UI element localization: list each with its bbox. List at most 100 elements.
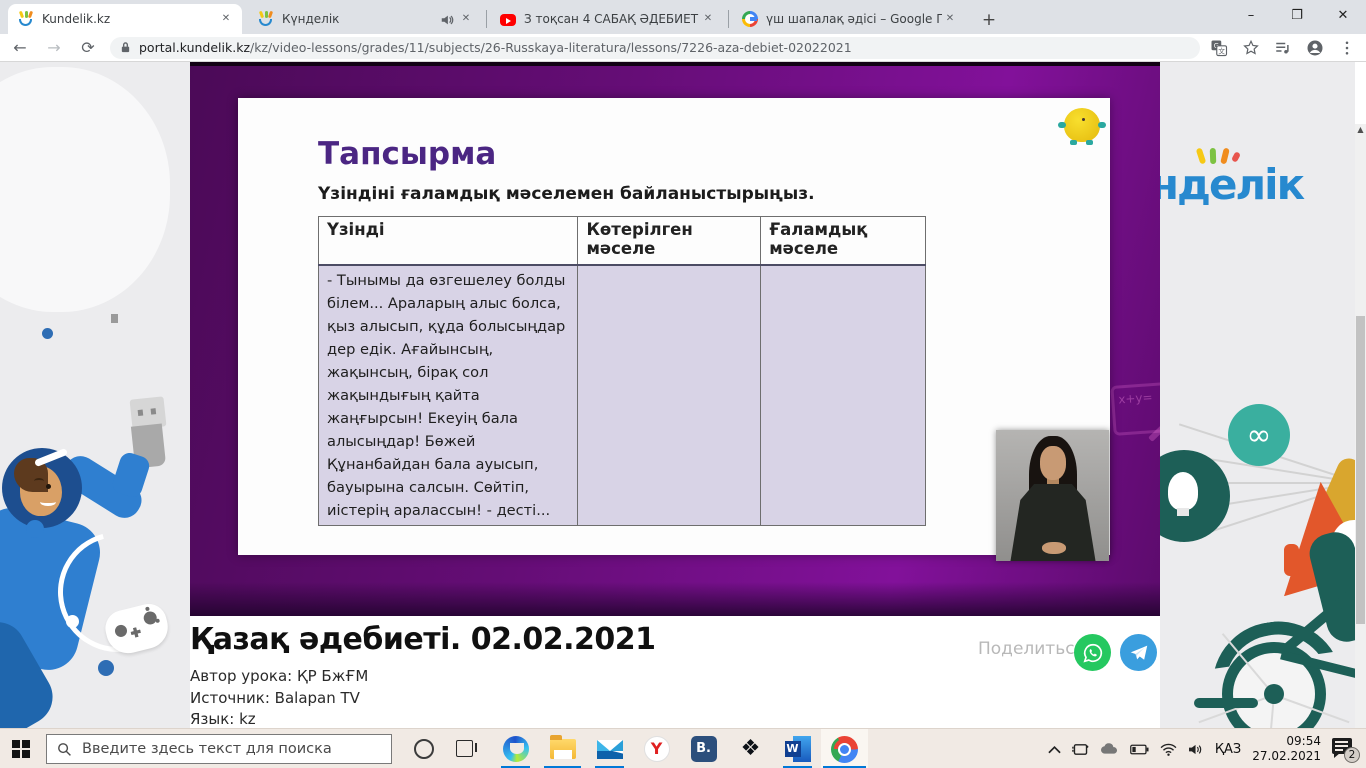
tab-title: үш шапалақ әдісі – Google Поис	[766, 12, 942, 26]
close-tab-icon[interactable]: ✕	[218, 11, 234, 27]
battery-icon[interactable]	[1129, 744, 1149, 755]
decor-peg	[1284, 544, 1299, 576]
lesson-slide: Тапсырма Үзіндіні ғаламдық мәселемен бай…	[238, 98, 1110, 555]
onedrive-cloud-icon[interactable]	[1100, 743, 1119, 755]
new-tab-button[interactable]: +	[976, 8, 1002, 34]
page-content: нделік ∞ ▲ x+y= Тапсырма Үзіндіні ғаламд…	[0, 62, 1366, 768]
tab-google-search[interactable]: үш шапалақ әдісі – Google Поис ✕	[732, 4, 966, 34]
toolbar-icons: G文	[1210, 39, 1356, 57]
mail-icon	[596, 739, 623, 759]
window-controls: – ❐ ✕	[1228, 0, 1366, 30]
decor-dot	[98, 660, 114, 676]
url-text: portal.kundelik.kz/kz/video-lessons/grad…	[139, 40, 852, 55]
video-player[interactable]: x+y= Тапсырма Үзіндіні ғаламдық мәселеме…	[190, 62, 1160, 616]
minimize-button[interactable]: –	[1228, 0, 1274, 30]
chrome-menu-icon[interactable]	[1338, 39, 1356, 57]
reload-button[interactable]: ⟳	[74, 36, 102, 60]
url-domain: portal.kundelik.kz	[139, 40, 251, 55]
page-scrollbar[interactable]: ▲ ▼	[1355, 124, 1366, 768]
bookmark-star-icon[interactable]	[1242, 39, 1260, 57]
taskbar-chrome[interactable]	[821, 729, 868, 768]
slide-title: Тапсырма	[318, 136, 497, 172]
kundelik-logo: нделік	[1160, 147, 1305, 209]
back-button[interactable]: ←	[6, 36, 34, 60]
meta-author: Автор урока: ҚР БжҒМ	[190, 667, 369, 685]
taskbar-edge[interactable]	[492, 729, 539, 768]
keyboard-language-indicator[interactable]: ҚАЗ	[1215, 742, 1241, 757]
lesson-meta: Автор урока: ҚР БжҒМ Источник: Balapan T…	[190, 666, 368, 731]
svg-text:文: 文	[1218, 46, 1225, 55]
whatsapp-share-button[interactable]	[1074, 634, 1111, 671]
tab-youtube[interactable]: З тоқсан 4 САБАҚ ӘДЕБИЕТ Аба ✕	[490, 4, 724, 34]
tab-separator	[486, 10, 487, 28]
bicycle-hub	[1264, 684, 1284, 704]
telegram-icon	[1130, 645, 1147, 660]
action-center-button[interactable]: 2	[1332, 737, 1360, 763]
taskbar-mail[interactable]	[586, 729, 633, 768]
taskbar-vk[interactable]: B.	[680, 729, 727, 768]
sign-language-interpreter-video	[996, 430, 1109, 561]
decor-blob	[0, 67, 170, 312]
address-bar[interactable]: portal.kundelik.kz/kz/video-lessons/grad…	[110, 36, 1200, 59]
infinity-glyph: ∞	[1246, 417, 1272, 453]
close-tab-icon[interactable]: ✕	[942, 11, 958, 27]
file-explorer-icon	[549, 735, 576, 759]
task-view-button[interactable]	[456, 740, 477, 757]
slide-table: Үзінді Көтерілген мәселе Ғаламдық мәселе…	[317, 216, 926, 526]
table-cell-empty	[760, 263, 926, 526]
share-label: Поделиться	[978, 639, 1085, 659]
yandex-browser-icon: Y	[643, 736, 670, 762]
project-display-icon[interactable]	[1072, 743, 1089, 756]
tray-time: 09:54	[1286, 734, 1321, 748]
close-tab-icon[interactable]: ✕	[700, 11, 716, 27]
google-favicon-icon	[742, 11, 758, 27]
wifi-icon[interactable]	[1160, 743, 1177, 756]
browser-toolbar: ← → ⟳ portal.kundelik.kz/kz/video-lesson…	[0, 34, 1366, 62]
taskbar-search-input[interactable]: Введите здесь текст для поиска	[46, 734, 392, 764]
media-controls-icon[interactable]	[1274, 39, 1292, 57]
forward-button[interactable]: →	[40, 36, 68, 60]
table-header-koterilgen: Көтерілген мәселе	[577, 216, 762, 265]
edge-icon	[502, 736, 529, 762]
tray-chevron-icon[interactable]	[1048, 745, 1061, 754]
close-tab-icon[interactable]: ✕	[458, 11, 474, 27]
video-floor-shadow	[190, 582, 1160, 616]
doodle-text: x+y=	[1117, 390, 1154, 407]
word-icon: W	[784, 736, 811, 762]
table-header-row: Үзінді Көтерілген мәселе Ғаламдық мәселе	[317, 216, 926, 265]
decor-square	[111, 314, 118, 323]
taskbar-dropbox[interactable]: ❖	[727, 729, 774, 768]
taskbar-word[interactable]: W	[774, 729, 821, 768]
restore-button[interactable]: ❐	[1274, 0, 1320, 30]
meta-source: Источник: Balapan TV	[190, 688, 360, 707]
profile-avatar-icon[interactable]	[1306, 39, 1324, 57]
start-button[interactable]	[12, 740, 30, 758]
slide-subtitle: Үзіндіні ғаламдық мәселемен байланыстыры…	[318, 184, 815, 204]
translate-icon[interactable]: G文	[1210, 39, 1228, 57]
video-top-edge	[190, 62, 1160, 66]
tab-title: Kundelik.kz	[42, 12, 111, 26]
browser-tabstrip: Kundelik.kz ✕ Күнделік ✕ З тоқсан 4 САБА…	[0, 0, 1366, 34]
table-header-galamdyk: Ғаламдық мәселе	[760, 216, 926, 265]
tray-clock[interactable]: 09:54 27.02.2021	[1252, 734, 1321, 764]
left-decor-strip	[0, 62, 190, 728]
cortana-button[interactable]	[414, 739, 434, 759]
balapan-chick-icon	[1058, 106, 1106, 146]
tab-audio-icon[interactable]	[440, 12, 454, 26]
decor-dot	[66, 615, 79, 628]
lock-icon	[121, 42, 130, 53]
tab-kundelik[interactable]: Kundelik.kz ✕	[8, 4, 242, 34]
tab-title: Күнделік	[282, 12, 340, 26]
taskbar-file-explorer[interactable]	[539, 729, 586, 768]
tab-kundelik-2[interactable]: Күнделік ✕	[248, 4, 482, 34]
search-placeholder: Введите здесь текст для поиска	[82, 741, 332, 757]
scrollbar-thumb[interactable]	[1356, 316, 1365, 624]
telegram-share-button[interactable]	[1120, 634, 1157, 671]
search-icon	[58, 742, 71, 756]
notification-badge: 2	[1344, 747, 1360, 763]
taskbar-yandex[interactable]: Y	[633, 729, 680, 768]
logo-text: нделік	[1160, 160, 1305, 209]
volume-icon[interactable]	[1188, 743, 1204, 756]
scrollbar-up-icon[interactable]: ▲	[1355, 124, 1366, 136]
close-button[interactable]: ✕	[1320, 0, 1366, 30]
